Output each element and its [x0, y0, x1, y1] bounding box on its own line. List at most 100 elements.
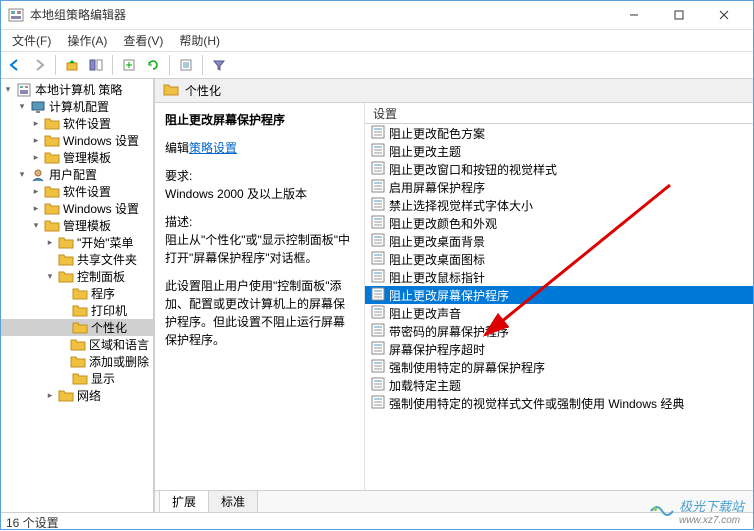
tree-printers[interactable]: 打印机 — [0, 302, 153, 319]
properties-button[interactable] — [175, 54, 197, 76]
tree-root[interactable]: ▾本地计算机 策略 — [0, 81, 153, 98]
expander-icon[interactable]: ▸ — [30, 118, 42, 130]
up-button[interactable] — [61, 54, 83, 76]
setting-label: 强制使用特定的视觉样式文件或强制使用 Windows 经典 — [389, 395, 684, 412]
setting-item[interactable]: 阻止更改桌面图标 — [365, 250, 754, 268]
tree-start-menu[interactable]: ▸"开始"菜单 — [0, 234, 153, 251]
description-label: 描述: — [165, 215, 192, 229]
expander-icon[interactable] — [58, 356, 68, 368]
tree-computer-config[interactable]: ▾计算机配置 — [0, 98, 153, 115]
setting-icon — [371, 323, 385, 340]
setting-item[interactable]: 阻止更改窗口和按钮的视觉样式 — [365, 160, 754, 178]
setting-item[interactable]: 阻止更改鼠标指针 — [365, 268, 754, 286]
tree-node-label: 网络 — [77, 387, 101, 404]
tree-display[interactable]: 显示 — [0, 370, 153, 387]
edit-policy-link[interactable]: 策略设置 — [189, 141, 237, 155]
list-column-header[interactable]: 设置 — [365, 103, 754, 124]
tree-user-software[interactable]: ▸软件设置 — [0, 183, 153, 200]
tree-comp-child-0[interactable]: ▸软件设置 — [0, 115, 153, 132]
refresh-button[interactable] — [142, 54, 164, 76]
expander-icon[interactable]: ▸ — [30, 152, 42, 164]
show-hide-tree-button[interactable] — [85, 54, 107, 76]
expander-icon[interactable] — [58, 322, 70, 334]
tree-shared[interactable]: 共享文件夹 — [0, 251, 153, 268]
maximize-button[interactable] — [656, 0, 701, 30]
tree-node-label: 管理模板 — [63, 217, 111, 234]
setting-item[interactable]: 阻止更改颜色和外观 — [365, 214, 754, 232]
expander-icon[interactable]: ▸ — [30, 186, 42, 198]
expander-icon[interactable]: ▾ — [16, 169, 28, 181]
tree-network[interactable]: ▸ 网络 — [0, 387, 153, 404]
tree-user-windows[interactable]: ▸ Windows 设置 — [0, 200, 153, 217]
content-pane: 个性化 阻止更改屏幕保护程序 编辑策略设置 要求:Windows 2000 及以… — [155, 79, 754, 512]
menu-help[interactable]: 帮助(H) — [171, 30, 228, 51]
export-button[interactable] — [118, 54, 140, 76]
close-button[interactable] — [701, 0, 746, 30]
edit-prefix: 编辑 — [165, 141, 189, 155]
setting-item[interactable]: 加载特定主题 — [365, 376, 754, 394]
expander-icon[interactable]: ▾ — [44, 271, 56, 283]
list-pane: 设置 阻止更改配色方案阻止更改主题阻止更改窗口和按钮的视觉样式启用屏幕保护程序禁… — [365, 103, 754, 490]
expander-icon[interactable] — [58, 373, 70, 385]
tab-extended[interactable]: 扩展 — [159, 490, 209, 512]
setting-item[interactable]: 阻止更改配色方案 — [365, 124, 754, 142]
expander-icon[interactable]: ▾ — [2, 84, 14, 96]
tab-standard[interactable]: 标准 — [208, 490, 258, 512]
tree-user-config[interactable]: ▾ 用户配置 — [0, 166, 153, 183]
setting-icon — [371, 305, 385, 322]
tree-node-label: 管理模板 — [63, 149, 111, 166]
setting-item[interactable]: 带密码的屏幕保护程序 — [365, 322, 754, 340]
setting-label: 阻止更改桌面背景 — [389, 233, 485, 250]
back-button[interactable] — [4, 54, 26, 76]
setting-item[interactable]: 屏幕保护程序超时 — [365, 340, 754, 358]
tree-user-admin[interactable]: ▾ 管理模板 — [0, 217, 153, 234]
filter-button[interactable] — [208, 54, 230, 76]
tree-addremove[interactable]: 添加或删除 — [0, 353, 153, 370]
tree-region[interactable]: 区域和语言 — [0, 336, 153, 353]
tree-node-icon — [30, 168, 46, 182]
expander-icon[interactable]: ▸ — [44, 237, 56, 249]
setting-item[interactable]: 阻止更改声音 — [365, 304, 754, 322]
tree-programs[interactable]: 程序 — [0, 285, 153, 302]
watermark-url: www.xz7.com — [679, 515, 744, 526]
tree-comp-child-1[interactable]: ▸ Windows 设置 — [0, 132, 153, 149]
setting-icon — [371, 359, 385, 376]
menu-action[interactable]: 操作(A) — [59, 30, 115, 51]
tree-comp-child-2[interactable]: ▸ 管理模板 — [0, 149, 153, 166]
setting-item[interactable]: 阻止更改屏幕保护程序 — [365, 286, 754, 304]
expander-icon[interactable] — [58, 305, 70, 317]
setting-item[interactable]: 阻止更改桌面背景 — [365, 232, 754, 250]
tree-node-icon — [44, 219, 60, 233]
expander-icon[interactable]: ▾ — [30, 220, 42, 232]
tree-node-label: 用户配置 — [49, 166, 97, 183]
expander-icon[interactable] — [58, 288, 70, 300]
setting-item[interactable]: 禁止选择视觉样式字体大小 — [365, 196, 754, 214]
expander-icon[interactable]: ▸ — [30, 135, 42, 147]
setting-item[interactable]: 强制使用特定的视觉样式文件或强制使用 Windows 经典 — [365, 394, 754, 412]
setting-icon — [371, 269, 385, 286]
setting-label: 屏幕保护程序超时 — [389, 341, 485, 358]
setting-item[interactable]: 阻止更改主题 — [365, 142, 754, 160]
setting-item[interactable]: 启用屏幕保护程序 — [365, 178, 754, 196]
forward-button[interactable] — [28, 54, 50, 76]
expander-icon[interactable] — [58, 339, 68, 351]
app-icon — [8, 7, 24, 23]
setting-icon — [371, 143, 385, 160]
description-text-2: 此设置阻止用户使用"控制面板"添加、配置或更改计算机上的屏幕保护程序。但此设置不… — [165, 277, 354, 349]
tree-node-label: Windows 设置 — [63, 200, 139, 217]
setting-icon — [371, 197, 385, 214]
menu-view[interactable]: 查看(V) — [115, 30, 171, 51]
setting-icon — [371, 341, 385, 358]
expander-icon[interactable]: ▸ — [44, 390, 56, 402]
expander-icon[interactable]: ▾ — [16, 101, 28, 113]
setting-item[interactable]: 强制使用特定的屏幕保护程序 — [365, 358, 754, 376]
menu-file[interactable]: 文件(F) — [4, 30, 59, 51]
tree-node-label: Windows 设置 — [63, 132, 139, 149]
tree-control-panel[interactable]: ▾控制面板 — [0, 268, 153, 285]
setting-label: 阻止更改窗口和按钮的视觉样式 — [389, 161, 557, 178]
toolbar — [0, 51, 754, 79]
expander-icon[interactable]: ▸ — [30, 203, 42, 215]
tree-personalization[interactable]: 个性化 — [0, 319, 153, 336]
expander-icon[interactable] — [44, 254, 56, 266]
minimize-button[interactable] — [611, 0, 656, 30]
